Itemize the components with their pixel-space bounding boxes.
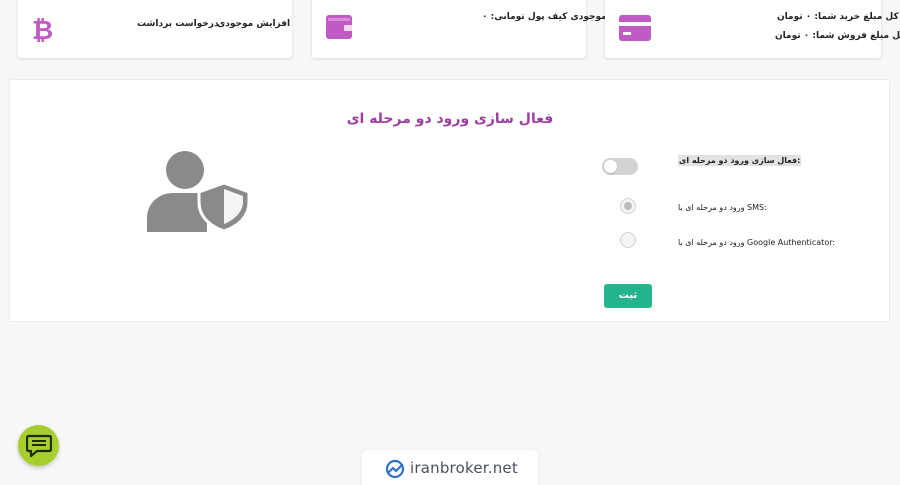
toggle-knob — [604, 160, 617, 173]
google-authenticator-radio[interactable] — [620, 232, 636, 248]
wallet-icon — [326, 15, 352, 39]
footer-brand[interactable]: iranbroker.net — [362, 450, 538, 485]
google-authenticator-label: ورود دو مرحله ای با Google Authenticator… — [678, 238, 836, 247]
page-title: فعال سازی ورود دو مرحله ای — [346, 111, 554, 127]
brand-logo-icon — [385, 459, 405, 479]
sms-radio-dot — [624, 202, 632, 210]
sms-label: ورود دو مرحله ای با SMS: — [678, 203, 767, 212]
bitcoin-icon: ₿ — [32, 16, 53, 43]
bitcoin-card: ₿ درخواست برداشت افزایش موجودی — [18, 0, 292, 58]
brand-text: iranbroker.net — [410, 459, 518, 477]
wallet-balance: موجودی کیف پول تومانی: ۰ — [482, 12, 607, 22]
chat-button[interactable] — [18, 425, 59, 466]
enable-2fa-label: فعال سازی ورود دو مرحله ای: — [678, 155, 802, 166]
totals-card: کل مبلغ خرید شما: ۰ تومان کل مبلغ فروش ش… — [605, 0, 900, 58]
svg-text:₿: ₿ — [32, 16, 53, 43]
chat-icon — [25, 434, 52, 457]
user-shield-icon — [147, 151, 251, 232]
withdraw-request-link[interactable]: درخواست برداشت — [137, 19, 219, 29]
total-sell: کل مبلغ فروش شما: ۰ تومان — [775, 31, 900, 41]
enable-2fa-toggle[interactable] — [602, 158, 638, 175]
credit-card-icon — [619, 15, 651, 41]
submit-button[interactable]: ثبت — [604, 284, 652, 308]
total-buy: کل مبلغ خرید شما: ۰ تومان — [777, 12, 899, 22]
increase-balance-link[interactable]: افزایش موجودی — [217, 19, 290, 29]
wallet-card: موجودی کیف پول تومانی: ۰ — [312, 0, 607, 58]
sms-radio[interactable] — [620, 198, 636, 214]
